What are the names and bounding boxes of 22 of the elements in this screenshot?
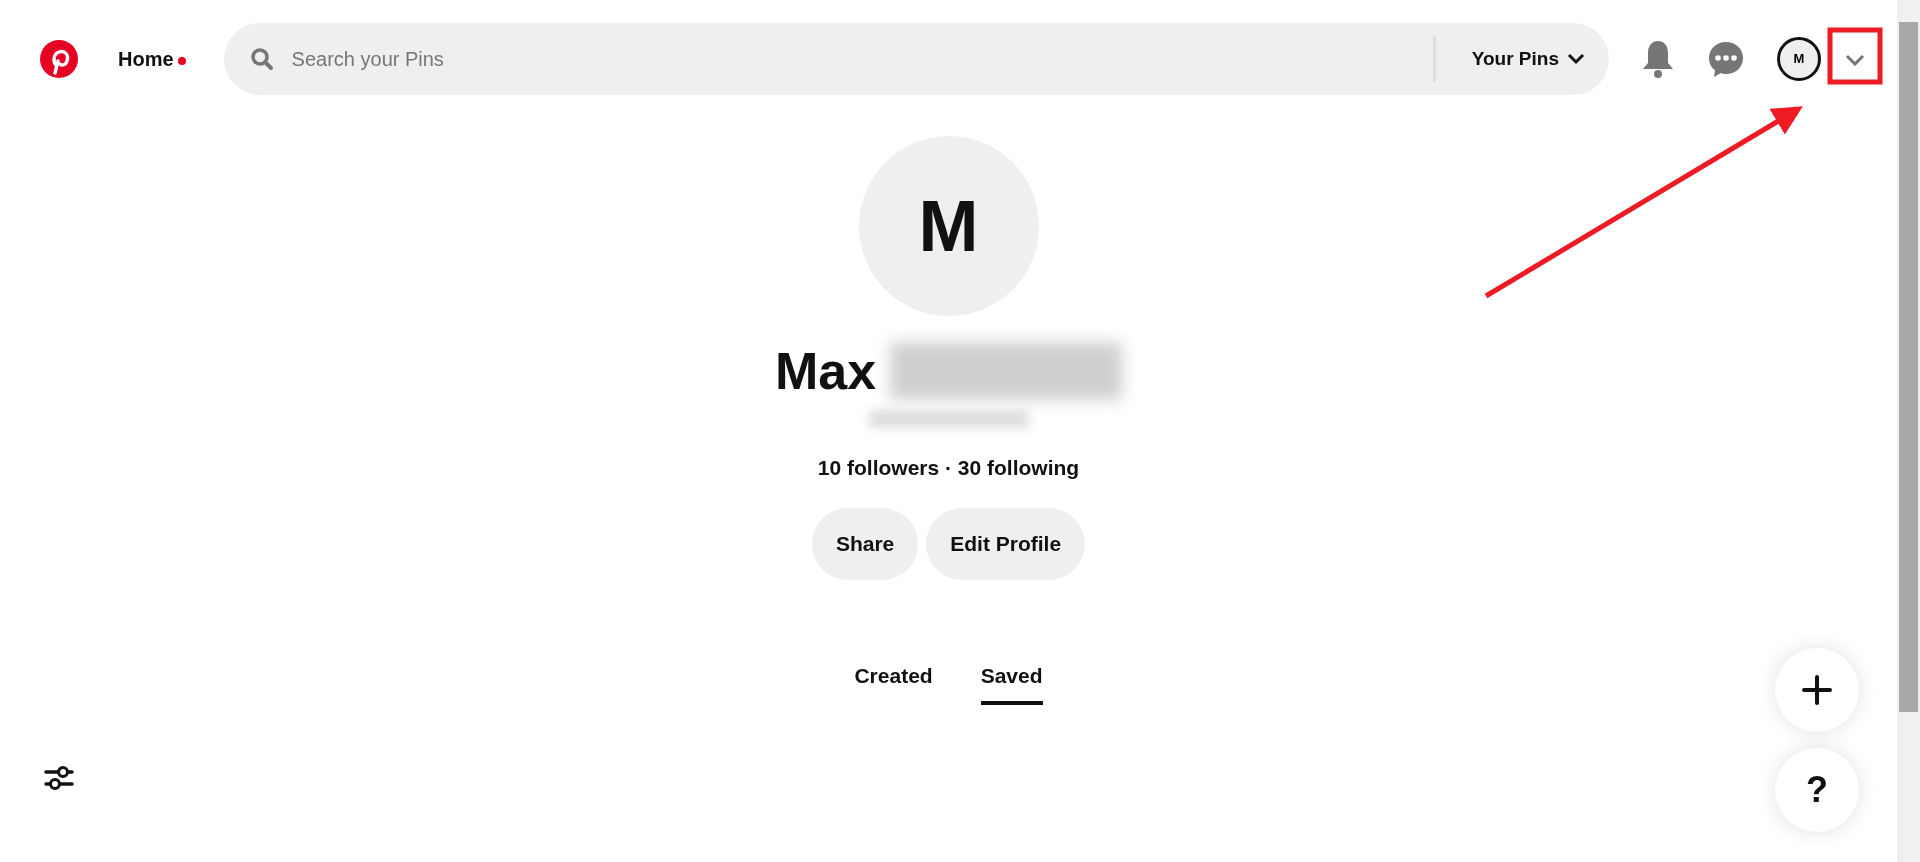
profile-button[interactable]: Edit Profile xyxy=(926,507,1086,580)
filter-icon[interactable] xyxy=(44,764,74,792)
profile-tab[interactable]: Created xyxy=(854,651,933,706)
profile-name: Max xyxy=(774,341,877,402)
highlight-box xyxy=(1827,27,1883,85)
scrollbar[interactable] xyxy=(1897,0,1920,862)
logo-icon[interactable] xyxy=(40,40,78,78)
chevron-down-icon xyxy=(1845,53,1865,66)
search-field[interactable]: Search your Pins Your Pins xyxy=(223,23,1609,95)
scope-dropdown[interactable]: Your Pins xyxy=(1471,38,1585,80)
follow-stats[interactable]: 10 followers · 30 following xyxy=(817,452,1080,484)
help-button[interactable]: ? xyxy=(1775,748,1859,832)
profile-button[interactable]: Share xyxy=(811,507,919,580)
bell-icon xyxy=(1641,39,1675,79)
profile-avatar: M xyxy=(858,136,1039,316)
chevron-down-icon xyxy=(1567,53,1585,65)
chat-icon xyxy=(1707,39,1745,79)
plus-icon xyxy=(1801,674,1833,706)
search-icon xyxy=(249,47,274,71)
profile-tab[interactable]: Saved xyxy=(980,651,1043,706)
home-link[interactable]: Home xyxy=(118,44,204,74)
avatar-button[interactable]: M xyxy=(1777,37,1821,81)
